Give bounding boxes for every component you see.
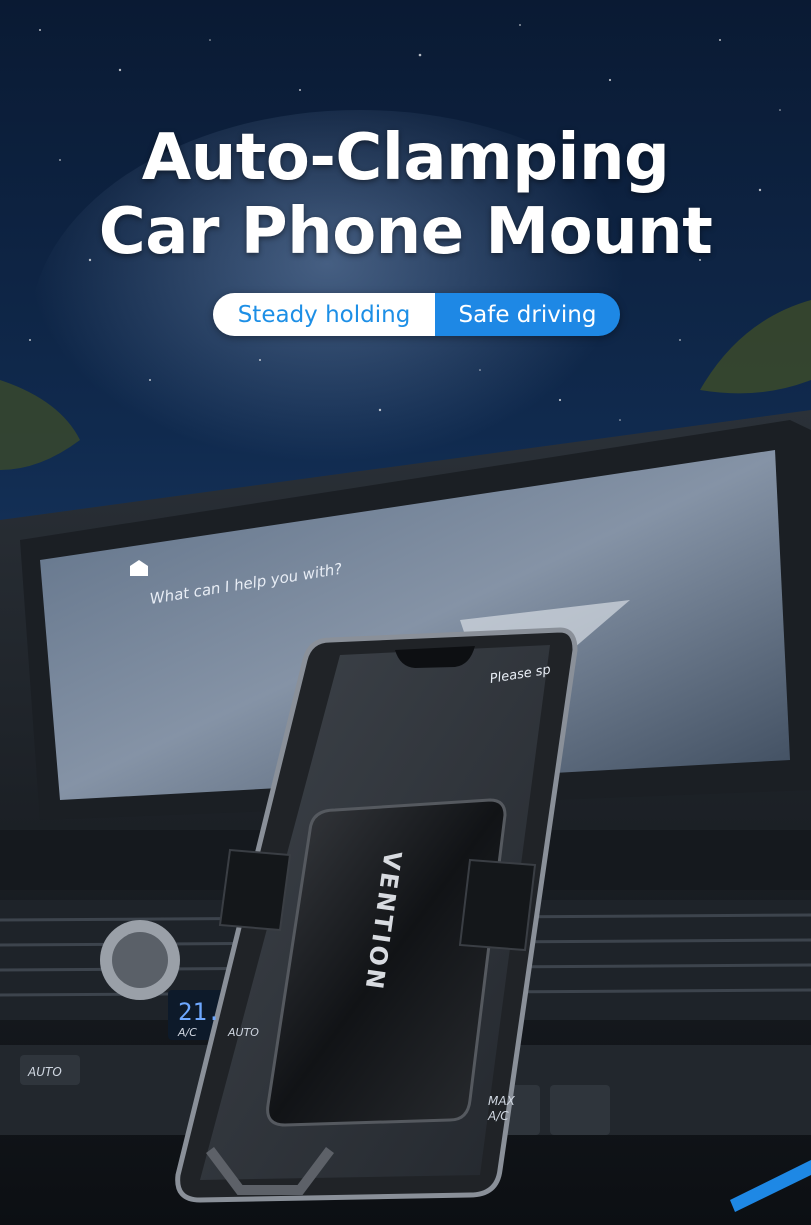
feature-badge: Steady holding Safe driving [213, 293, 620, 336]
climate-temp: 21. [178, 998, 221, 1026]
mount-clamp-left [218, 848, 292, 932]
headline-line-1: Auto-Clamping [141, 121, 670, 195]
product-banner: VENTION 21. A/C AUTO AUTO MAX A/C What c… [0, 0, 811, 1225]
max-ac-label-line2: A/C [487, 1109, 509, 1123]
max-ac-label-line1: MAX [488, 1094, 516, 1108]
climate-auto-label: AUTO [227, 1026, 259, 1039]
seat-heat-button [550, 1085, 610, 1135]
headline-line-2: Car Phone Mount [98, 195, 713, 269]
badge-safe-driving: Safe driving [435, 293, 620, 336]
mount-clamp-right [458, 858, 537, 952]
auto-button-label: AUTO [27, 1065, 62, 1079]
badge-steady-holding: Steady holding [213, 293, 435, 336]
climate-knob-center [112, 932, 168, 988]
climate-ac-label: A/C [177, 1026, 197, 1039]
